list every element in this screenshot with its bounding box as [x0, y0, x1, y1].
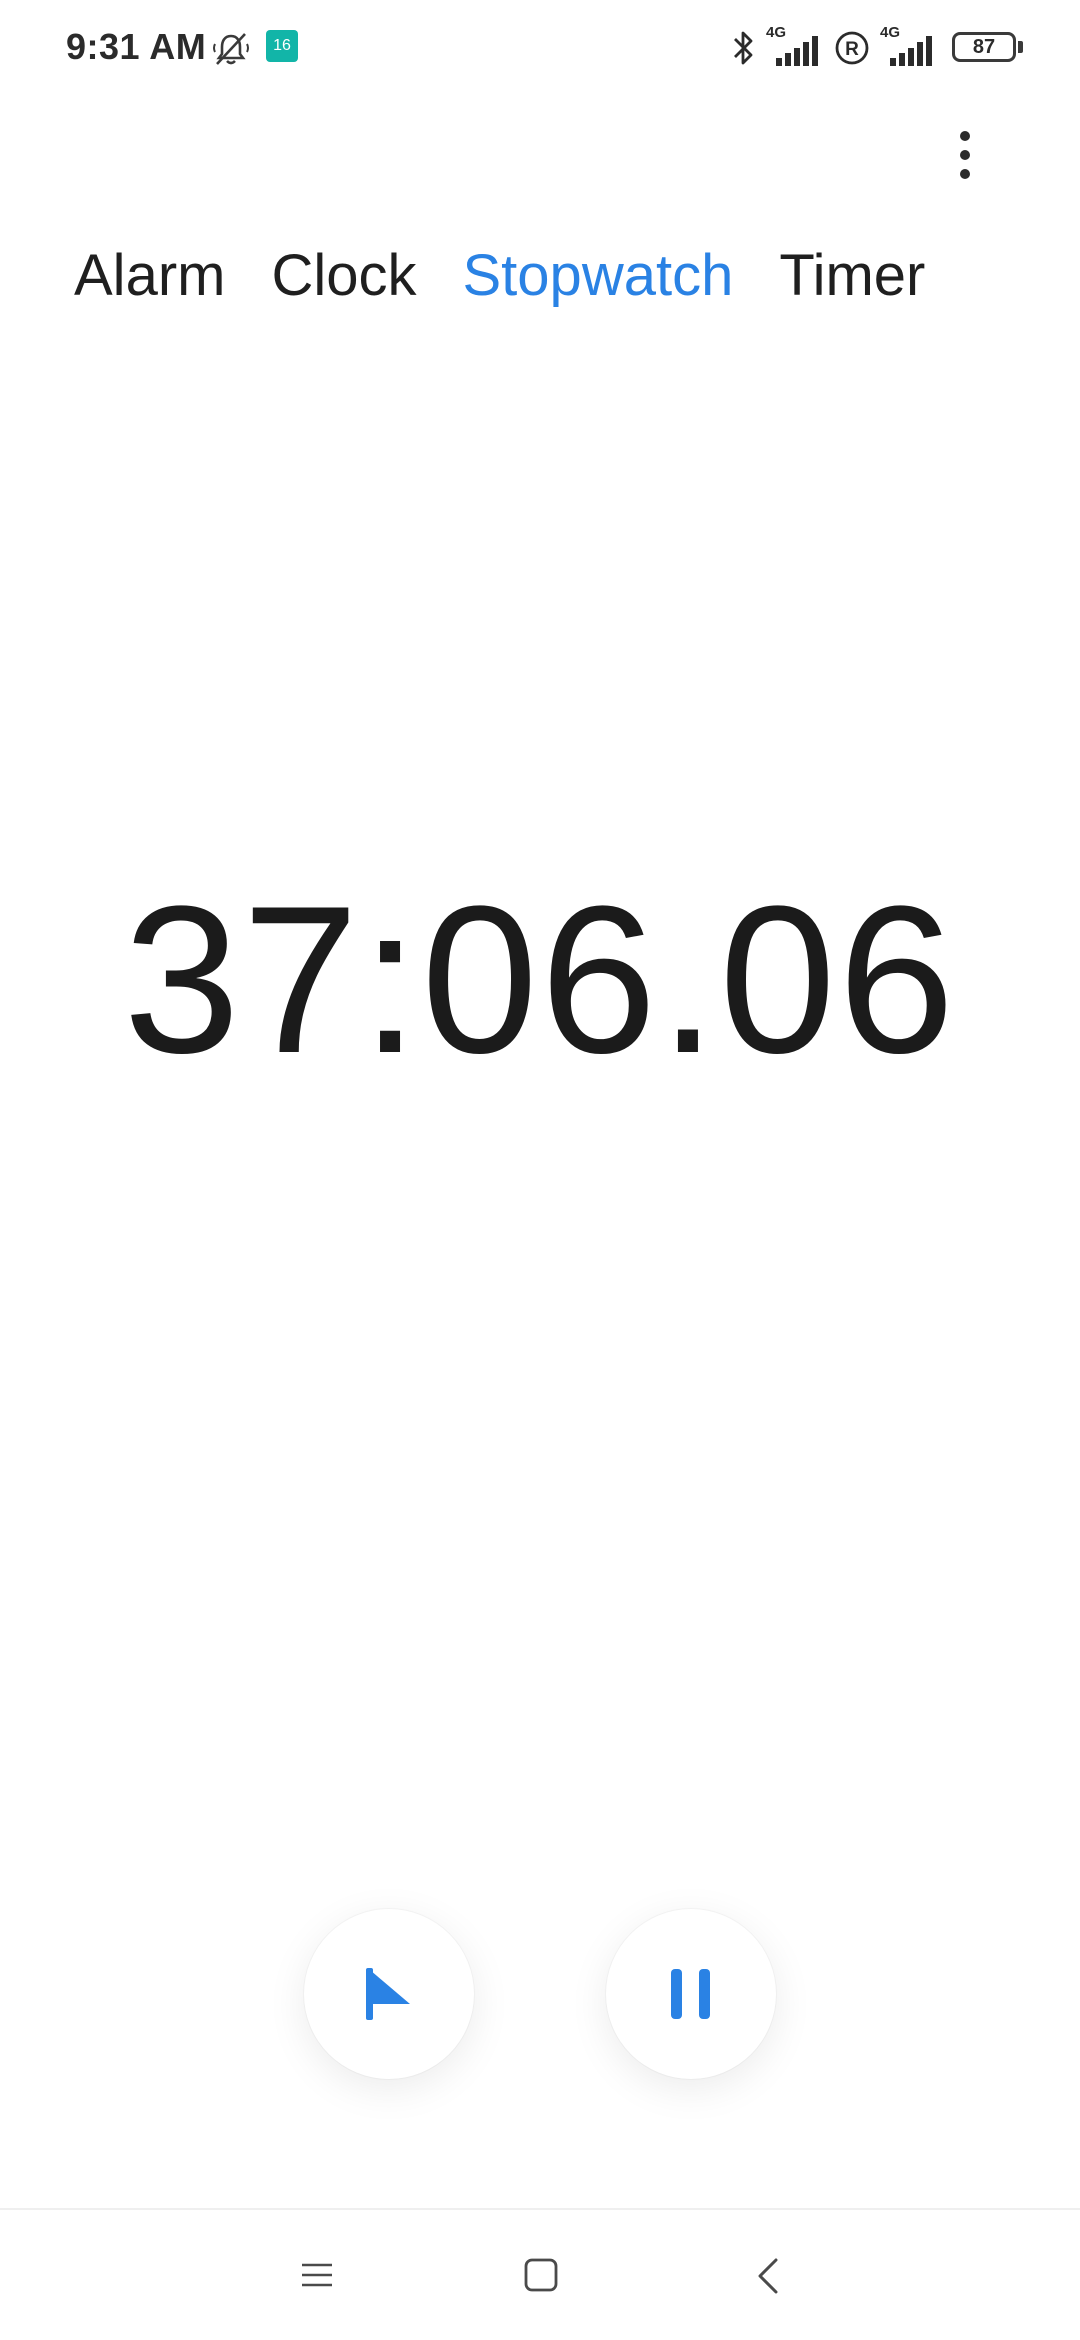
lap-button[interactable] [304, 1909, 474, 2079]
svg-text:R: R [845, 39, 859, 60]
home-icon[interactable] [524, 2258, 558, 2292]
more-vertical-icon [960, 150, 970, 160]
app-badge-icon: 16 [266, 30, 298, 62]
signal-icon: 4G [880, 24, 940, 70]
pause-icon [671, 1969, 710, 2019]
tab-timer[interactable]: Timer [779, 236, 925, 316]
tab-bar: Alarm Clock Stopwatch Timer [74, 236, 925, 316]
flag-icon [366, 1968, 410, 2020]
more-vertical-icon [960, 131, 970, 141]
pause-button[interactable] [606, 1909, 776, 2079]
more-vertical-icon [960, 169, 970, 179]
signal-icon: 4G [766, 24, 826, 70]
navigation-bar [0, 2210, 1080, 2340]
battery-icon: 87 [952, 32, 1016, 62]
roaming-icon: R [835, 31, 869, 65]
more-options-button[interactable] [935, 120, 995, 190]
back-icon[interactable] [754, 2258, 784, 2294]
status-bar: 9:31 AM 16 4G R 4G 87 [0, 0, 1080, 96]
tab-clock[interactable]: Clock [271, 236, 416, 316]
status-time: 9:31 AM [66, 26, 207, 67]
tab-alarm[interactable]: Alarm [74, 236, 225, 316]
mute-icon [213, 33, 249, 65]
bluetooth-icon [734, 31, 753, 65]
tab-stopwatch[interactable]: Stopwatch [463, 236, 734, 316]
battery-tip [1018, 41, 1023, 53]
recents-icon[interactable] [300, 2258, 334, 2292]
stopwatch-elapsed-time: 37:06.06 [123, 862, 957, 1097]
